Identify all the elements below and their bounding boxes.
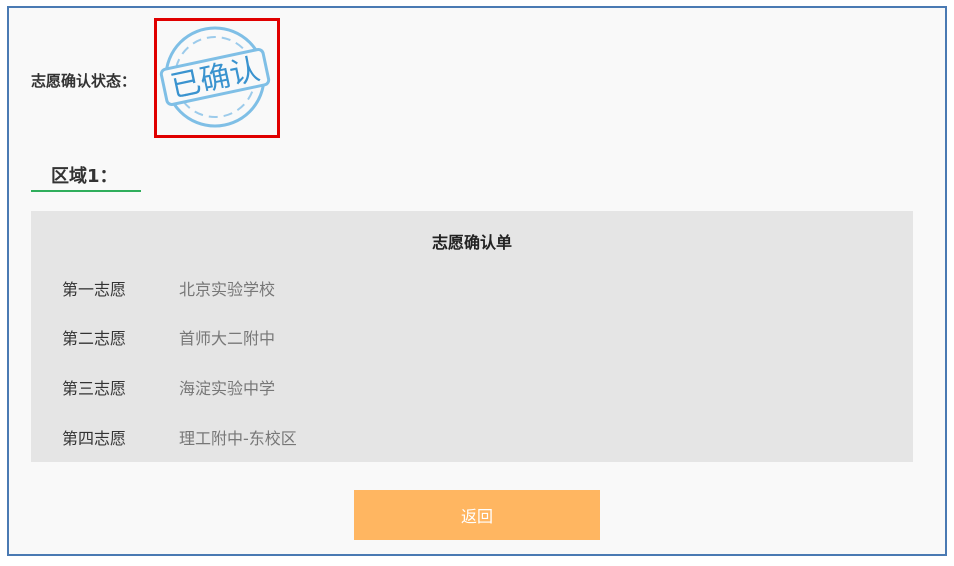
confirmation-status-label: 志愿确认状态： [31,72,137,90]
choice-label: 第二志愿 [62,329,127,348]
stamp-highlight-box: 已确认 [154,18,280,138]
choice-school: 海淀实验中学 [179,379,276,398]
choice-school: 理工附中-东校区 [179,429,297,448]
confirmation-form-panel: 志愿确认单 第一志愿 北京实验学校 第二志愿 首师大二附中 第三志愿 海淀实验中… [31,211,913,462]
confirmation-form-title: 志愿确认单 [431,233,512,252]
choice-school: 北京实验学校 [179,280,276,299]
choice-school: 首师大二附中 [179,329,276,348]
choice-label: 第三志愿 [62,379,127,398]
page-frame: 志愿确认状态： 已确认 区域1： 志愿确认单 第一志愿 北京实验学校 第二志愿 … [7,6,947,556]
region-tab[interactable]: 区域1： [31,156,141,192]
choice-label: 第四志愿 [62,429,127,448]
back-button[interactable]: 返回 [354,490,600,540]
region-tab-label: 区域1： [51,166,118,187]
choice-label: 第一志愿 [62,280,127,299]
confirmed-stamp-icon: 已确认 [159,26,271,128]
